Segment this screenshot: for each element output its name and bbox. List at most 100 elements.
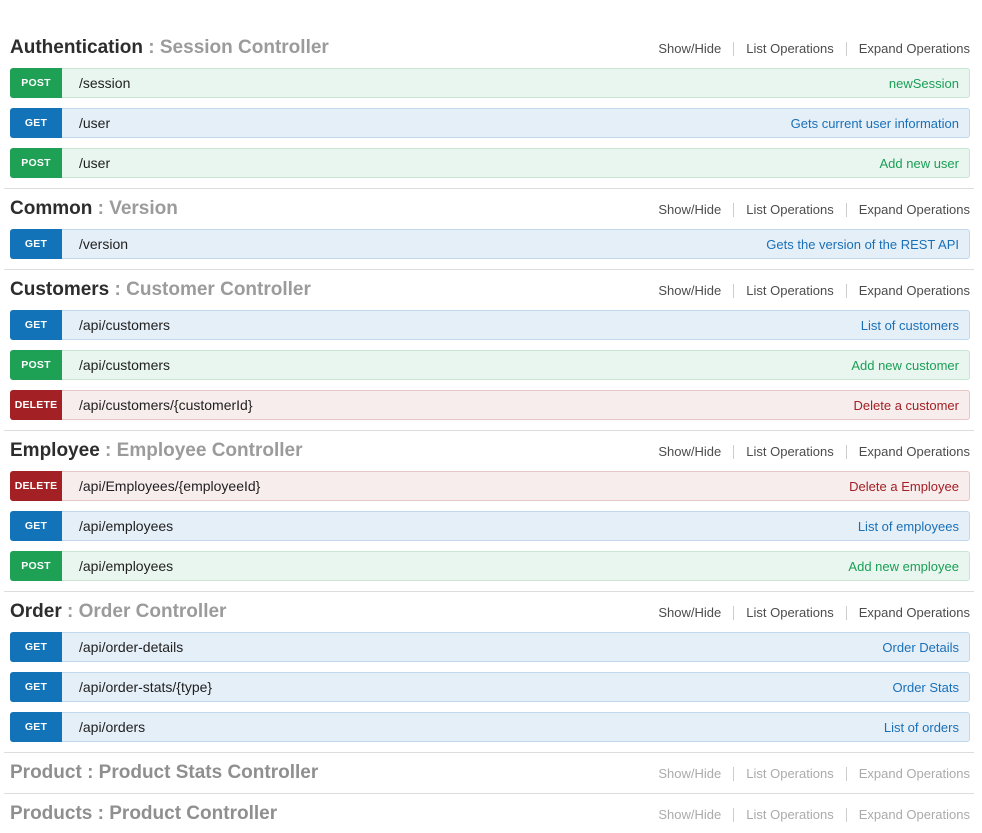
expand-operations-link[interactable]: Expand Operations (859, 41, 970, 57)
list-operations-link[interactable]: List Operations (746, 283, 833, 299)
resource-controller-label: : Product Stats Controller (87, 762, 318, 783)
operation-path-link[interactable]: /api/customers (61, 311, 861, 339)
http-method-badge[interactable]: GET (10, 511, 62, 541)
list-operations-link[interactable]: List Operations (746, 444, 833, 460)
controls-separator (733, 606, 734, 620)
operation-path-link[interactable]: /api/Employees/{employeeId} (61, 472, 849, 500)
expand-operations-link[interactable]: Expand Operations (859, 605, 970, 621)
http-method-badge[interactable]: DELETE (10, 390, 62, 420)
operation-summary-link[interactable]: Gets current user information (791, 109, 969, 137)
operation-summary-link[interactable]: Add new user (880, 149, 970, 177)
operation-summary-link[interactable]: newSession (889, 69, 969, 97)
http-method-badge[interactable]: DELETE (10, 471, 62, 501)
operation-path-link[interactable]: /api/customers/{customerId} (61, 391, 854, 419)
resource-title: Common : Version (10, 198, 178, 220)
show-hide-link[interactable]: Show/Hide (658, 807, 721, 823)
resource-heading: Order : Order Controller Show/Hide List … (10, 601, 970, 623)
api-resource-section: Authentication : Session Controller Show… (10, 37, 970, 178)
api-resource-section: Employee : Employee Controller Show/Hide… (10, 440, 970, 581)
resource-name-link[interactable]: Product (10, 762, 82, 783)
api-resource-section: Common : Version Show/Hide List Operatio… (10, 198, 970, 259)
resource-name-link[interactable]: Employee (10, 440, 100, 461)
show-hide-link[interactable]: Show/Hide (658, 283, 721, 299)
operations-list: POST /session newSession GET /user Gets … (10, 68, 970, 178)
show-hide-link[interactable]: Show/Hide (658, 202, 721, 218)
expand-operations-link[interactable]: Expand Operations (859, 807, 970, 823)
show-hide-link[interactable]: Show/Hide (658, 605, 721, 621)
http-method-badge[interactable]: GET (10, 310, 62, 340)
operation-path-link[interactable]: /api/orders (61, 713, 884, 741)
resource-name-link[interactable]: Customers (10, 279, 109, 300)
resource-name-link[interactable]: Products (10, 803, 92, 824)
operation-summary-link[interactable]: Order Details (882, 633, 969, 661)
show-hide-link[interactable]: Show/Hide (658, 41, 721, 57)
api-resource-section: Order : Order Controller Show/Hide List … (10, 601, 970, 742)
controls-separator (733, 42, 734, 56)
operation-path-link[interactable]: /api/employees (61, 552, 848, 580)
expand-operations-link[interactable]: Expand Operations (859, 283, 970, 299)
operation-summary-link[interactable]: List of employees (858, 512, 969, 540)
http-method-badge[interactable]: GET (10, 712, 62, 742)
operation-row: POST /api/customers Add new customer (10, 350, 970, 380)
operation-row: GET /user Gets current user information (10, 108, 970, 138)
http-method-badge[interactable]: POST (10, 68, 62, 98)
section-divider (4, 752, 974, 753)
resource-controls: Show/Hide List Operations Expand Operati… (658, 202, 970, 218)
resource-heading: Customers : Customer Controller Show/Hid… (10, 279, 970, 301)
expand-operations-link[interactable]: Expand Operations (859, 202, 970, 218)
expand-operations-link[interactable]: Expand Operations (859, 766, 970, 782)
operation-path-link[interactable]: /version (61, 230, 766, 258)
resource-controls: Show/Hide List Operations Expand Operati… (658, 766, 970, 782)
operation-path-link[interactable]: /api/order-stats/{type} (61, 673, 893, 701)
operation-path-link[interactable]: /user (61, 149, 880, 177)
http-method-badge[interactable]: GET (10, 229, 62, 259)
operation-summary-link[interactable]: Add new employee (848, 552, 969, 580)
expand-operations-link[interactable]: Expand Operations (859, 444, 970, 460)
operation-summary-link[interactable]: Delete a customer (854, 391, 970, 419)
operation-summary-link[interactable]: Add new customer (851, 351, 969, 379)
operation-row: GET /api/orders List of orders (10, 712, 970, 742)
resource-controller-label: : Product Controller (98, 803, 277, 824)
operation-path-link[interactable]: /session (61, 69, 889, 97)
api-resource-section: Customers : Customer Controller Show/Hid… (10, 279, 970, 420)
resource-name-link[interactable]: Common (10, 198, 92, 219)
http-method-badge[interactable]: GET (10, 672, 62, 702)
operation-path-link[interactable]: /api/employees (61, 512, 858, 540)
controls-separator (846, 445, 847, 459)
http-method-badge[interactable]: GET (10, 632, 62, 662)
http-method-badge[interactable]: POST (10, 350, 62, 380)
resource-title: Order : Order Controller (10, 601, 226, 623)
operation-row: POST /user Add new user (10, 148, 970, 178)
list-operations-link[interactable]: List Operations (746, 41, 833, 57)
controls-separator (733, 767, 734, 781)
resource-name-link[interactable]: Order (10, 601, 62, 622)
operation-row: POST /session newSession (10, 68, 970, 98)
resource-name-link[interactable]: Authentication (10, 37, 143, 58)
resource-heading: Common : Version Show/Hide List Operatio… (10, 198, 970, 220)
list-operations-link[interactable]: List Operations (746, 605, 833, 621)
operation-summary-link[interactable]: List of customers (861, 311, 969, 339)
resource-title: Employee : Employee Controller (10, 440, 302, 462)
operation-summary-link[interactable]: List of orders (884, 713, 969, 741)
show-hide-link[interactable]: Show/Hide (658, 444, 721, 460)
controls-separator (733, 808, 734, 822)
operation-row: GET /api/order-details Order Details (10, 632, 970, 662)
list-operations-link[interactable]: List Operations (746, 766, 833, 782)
operation-summary-link[interactable]: Gets the version of the REST API (766, 230, 969, 258)
http-method-badge[interactable]: POST (10, 148, 62, 178)
section-divider (4, 430, 974, 431)
operation-summary-link[interactable]: Delete a Employee (849, 472, 969, 500)
operations-list: GET /api/customers List of customers POS… (10, 310, 970, 420)
resource-controls: Show/Hide List Operations Expand Operati… (658, 41, 970, 57)
list-operations-link[interactable]: List Operations (746, 807, 833, 823)
http-method-badge[interactable]: POST (10, 551, 62, 581)
operation-path-link[interactable]: /api/order-details (61, 633, 882, 661)
list-operations-link[interactable]: List Operations (746, 202, 833, 218)
operation-path-link[interactable]: /api/customers (61, 351, 851, 379)
show-hide-link[interactable]: Show/Hide (658, 766, 721, 782)
section-divider (4, 793, 974, 794)
http-method-badge[interactable]: GET (10, 108, 62, 138)
operation-path-link[interactable]: /user (61, 109, 791, 137)
operation-summary-link[interactable]: Order Stats (893, 673, 969, 701)
resource-controls: Show/Hide List Operations Expand Operati… (658, 605, 970, 621)
